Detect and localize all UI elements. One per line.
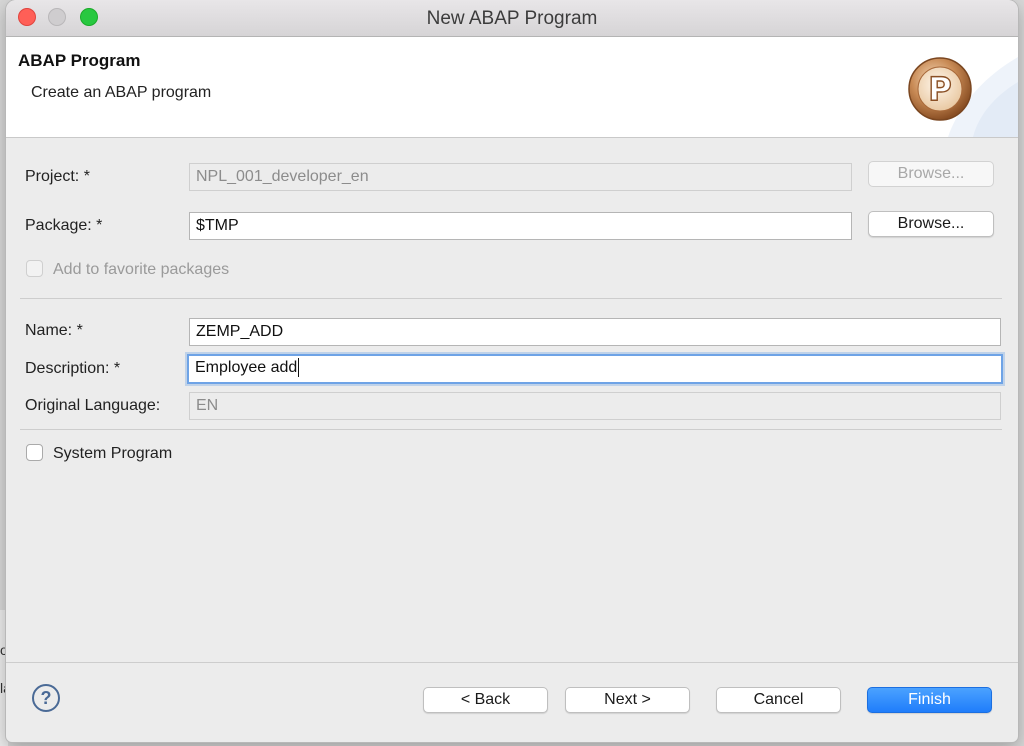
name-input[interactable]: ZEMP_ADD [189, 318, 1001, 346]
favorite-packages-label: Add to favorite packages [53, 261, 230, 278]
footer-divider [6, 662, 1018, 663]
back-button[interactable]: < Back [423, 687, 548, 713]
new-abap-program-dialog: New ABAP Program ABAP Program Create an … [6, 0, 1018, 742]
section-divider [20, 298, 1002, 299]
description-input-value: Employee add [195, 359, 298, 376]
favorite-packages-checkbox [26, 260, 43, 277]
wizard-banner: ABAP Program Create an ABAP program P [6, 37, 1018, 138]
program-icon-letter: P [928, 70, 951, 108]
package-label: Package: * [25, 217, 103, 234]
cancel-button[interactable]: Cancel [716, 687, 841, 713]
project-field: NPL_001_developer_en [189, 163, 852, 191]
project-browse-button: Browse... [868, 161, 994, 187]
window-title: New ABAP Program [426, 8, 598, 29]
section-divider [20, 429, 1002, 430]
system-program-label[interactable]: System Program [53, 445, 172, 463]
original-language-field: EN [189, 392, 1001, 420]
description-input[interactable]: Employee add [187, 354, 1003, 384]
description-label: Description: * [25, 360, 121, 377]
wizard-page-title: ABAP Program [18, 51, 141, 70]
finish-button[interactable]: Finish [867, 687, 992, 713]
question-mark-icon[interactable]: ? [32, 684, 60, 712]
program-p-icon: P [908, 57, 972, 121]
system-program-checkbox[interactable] [26, 444, 43, 461]
name-label: Name: * [25, 322, 83, 339]
text-cursor [298, 358, 300, 378]
title-bar: New ABAP Program [6, 0, 1018, 37]
package-browse-button[interactable]: Browse... [868, 211, 994, 237]
wizard-page-description: Create an ABAP program [31, 84, 212, 101]
original-language-label: Original Language: [25, 397, 161, 414]
package-input[interactable]: $TMP [189, 212, 852, 240]
next-button[interactable]: Next > [565, 687, 690, 713]
project-label: Project: * [25, 168, 90, 185]
